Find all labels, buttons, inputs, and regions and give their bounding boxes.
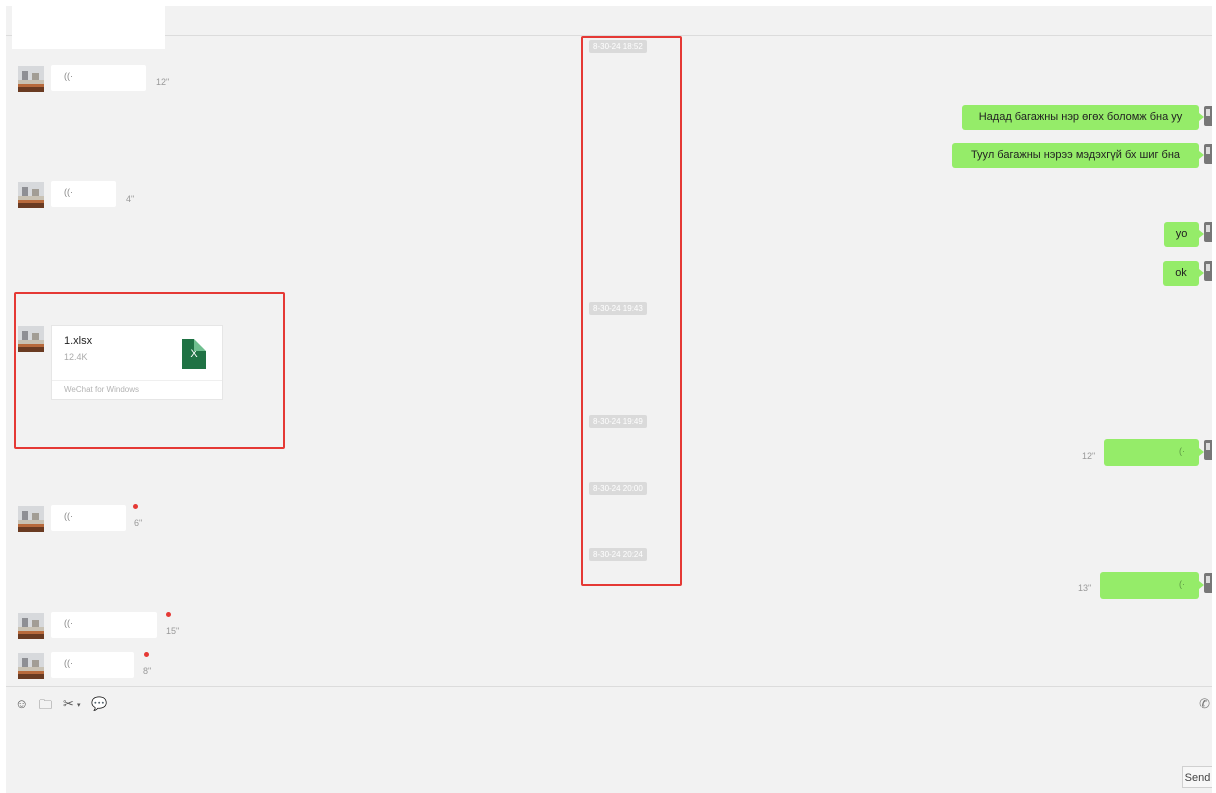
contact-avatar[interactable]	[18, 66, 44, 92]
folder-icon[interactable]: 🗀	[39, 696, 52, 718]
own-avatar[interactable]	[1204, 261, 1212, 281]
incoming-voice-message[interactable]: ((·	[51, 65, 146, 91]
voice-duration: 15"	[166, 626, 180, 636]
incoming-voice-message[interactable]: ((·	[51, 181, 116, 207]
contact-avatar[interactable]	[18, 653, 44, 679]
phone-icon[interactable]: ✆	[1199, 696, 1210, 712]
message-input-area[interactable]: ☺ 🗀 ✂ ▾ 💬 ✆ Send	[6, 686, 1212, 793]
voice-icon: ((·	[64, 658, 73, 668]
voice-duration: 12"	[1082, 451, 1096, 461]
own-avatar[interactable]	[1204, 573, 1212, 593]
outgoing-message[interactable]: Туул багажны нэрээ мэдэхгүй бх шиг бна	[952, 143, 1204, 168]
chevron-down-icon[interactable]: ▾	[77, 701, 81, 709]
own-avatar[interactable]	[1204, 106, 1212, 126]
outgoing-message[interactable]: ok	[1163, 261, 1204, 286]
incoming-voice-message[interactable]: ((·	[51, 612, 157, 638]
voice-icon: (·	[1179, 446, 1185, 456]
voice-duration: 8"	[143, 666, 152, 676]
unread-dot	[144, 652, 149, 657]
voice-icon: (·	[1179, 579, 1185, 589]
unread-dot	[166, 612, 171, 617]
voice-icon: ((·	[64, 71, 73, 81]
wechat-window: ((· 12" Надад багажны нэр өгөх боломж бн…	[6, 6, 1212, 793]
outgoing-message[interactable]: yo	[1164, 222, 1204, 247]
voice-duration: 13"	[1078, 583, 1092, 593]
own-avatar[interactable]	[1204, 144, 1212, 164]
unread-dot	[133, 504, 138, 509]
chat-history[interactable]: ((· 12" Надад багажны нэр өгөх боломж бн…	[6, 36, 1212, 686]
outgoing-voice-message[interactable]: (·	[1104, 439, 1204, 466]
incoming-voice-message[interactable]: ((·	[51, 505, 126, 531]
incoming-voice-message[interactable]: ((·	[51, 652, 134, 678]
voice-duration: 6"	[134, 518, 143, 528]
annotation-box-file	[14, 292, 285, 449]
title-bar	[6, 6, 1212, 36]
voice-duration: 4"	[126, 194, 135, 204]
outgoing-voice-message[interactable]: (·	[1100, 572, 1204, 599]
own-avatar[interactable]	[1204, 222, 1212, 242]
outgoing-message[interactable]: Надад багажны нэр өгөх боломж бна уу	[962, 105, 1204, 130]
contact-avatar[interactable]	[18, 506, 44, 532]
emoji-icon[interactable]: ☺	[15, 696, 28, 711]
contact-avatar[interactable]	[18, 613, 44, 639]
voice-duration: 12"	[156, 77, 170, 87]
voice-icon: ((·	[64, 618, 73, 628]
voice-icon: ((·	[64, 511, 73, 521]
own-avatar[interactable]	[1204, 440, 1212, 460]
chat-history-icon[interactable]: 💬	[91, 696, 107, 712]
send-button[interactable]: Send	[1182, 766, 1212, 788]
scissors-icon[interactable]: ✂	[63, 696, 74, 712]
annotation-box-timestamps	[581, 36, 682, 586]
voice-icon: ((·	[64, 187, 73, 197]
contact-avatar[interactable]	[18, 182, 44, 208]
